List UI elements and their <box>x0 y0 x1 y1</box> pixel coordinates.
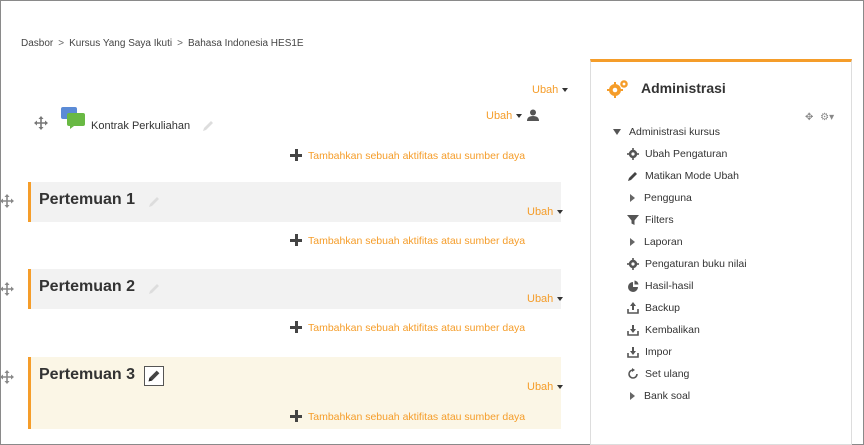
tree-item-set-ulang[interactable]: Set ulang <box>627 368 689 380</box>
add-activity-label: Tambahkan sebuah aktifitas atau sumber d… <box>308 150 526 162</box>
section-edit-menu[interactable]: Ubah <box>527 206 564 218</box>
caret-down-icon <box>557 297 564 302</box>
breadcrumb-separator: > <box>177 38 183 49</box>
caret-down-icon <box>557 385 564 390</box>
ubah-label: Ubah <box>527 293 554 305</box>
ubah-label: Ubah <box>527 381 554 393</box>
tree-item-bank-soal[interactable]: Bank soal <box>627 390 690 402</box>
expand-arrow-icon <box>630 194 635 202</box>
move-icon[interactable] <box>34 116 48 130</box>
tree-item-label: Hasil-hasil <box>645 280 694 292</box>
expand-arrow-icon <box>630 392 635 400</box>
expand-arrow-icon <box>630 238 635 246</box>
tree-root-label: Administrasi kursus <box>629 126 721 138</box>
activity-edit-menu[interactable]: Ubah <box>486 109 540 122</box>
section-edit-menu[interactable]: Ubah <box>532 84 569 96</box>
restore-icon <box>627 324 639 336</box>
activity-link[interactable]: Kontrak Perkuliahan <box>91 120 190 132</box>
plus-icon <box>290 321 302 333</box>
upload-icon <box>627 302 639 314</box>
add-activity-label: Tambahkan sebuah aktifitas atau sumber d… <box>308 235 526 247</box>
gear-icon <box>627 258 639 270</box>
admin-title: Administrasi <box>641 80 726 96</box>
tree-item-label: Ubah Pengaturan <box>645 148 728 160</box>
tree-item-hasil-hasil[interactable]: Hasil-hasil <box>627 280 693 292</box>
add-activity-label: Tambahkan sebuah aktifitas atau sumber d… <box>308 411 526 423</box>
ubah-label: Ubah <box>527 206 554 218</box>
tree-item-impor[interactable]: Impor <box>627 346 672 358</box>
edit-title-icon[interactable] <box>147 282 161 296</box>
collapse-arrow-icon <box>613 129 621 135</box>
edit-title-icon[interactable] <box>147 195 161 209</box>
add-activity-label: Tambahkan sebuah aktifitas atau sumber d… <box>308 322 526 334</box>
filter-icon <box>627 214 639 226</box>
section-title: Pertemuan 1 <box>39 191 136 208</box>
plus-icon <box>290 149 302 161</box>
section-edit-menu[interactable]: Ubah <box>527 293 564 305</box>
tree-item-backup[interactable]: Backup <box>627 302 680 314</box>
tree-item-label: Filters <box>645 214 674 226</box>
admin-block: Administrasi ✥ ⚙▾ Administrasi kursus Ub… <box>590 59 852 445</box>
tree-item-label: Kembalikan <box>645 324 700 336</box>
gear-icon[interactable]: ⚙▾ <box>820 112 834 123</box>
tree-item-kembalikan[interactable]: Kembalikan <box>627 324 700 336</box>
tree-item-label: Set ulang <box>645 368 690 380</box>
tree-item-label: Laporan <box>644 236 683 248</box>
gear-icon <box>627 148 639 160</box>
add-activity-link[interactable]: Tambahkan sebuah aktifitas atau sumber d… <box>290 149 525 162</box>
add-activity-link[interactable]: Tambahkan sebuah aktifitas atau sumber d… <box>290 410 525 423</box>
tree-item-pengaturan-buku-nilai[interactable]: Pengaturan buku nilai <box>627 258 747 270</box>
section-title: Pertemuan 2 <box>39 278 136 295</box>
pencil-icon <box>627 170 639 182</box>
results-icon <box>627 280 639 292</box>
section-title: Pertemuan 3 <box>39 366 136 383</box>
tree-item-label: Pengaturan buku nilai <box>645 258 747 270</box>
tree-item-label: Matikan Mode Ubah <box>645 170 739 182</box>
plus-icon <box>290 410 302 422</box>
caret-down-icon <box>557 210 564 215</box>
breadcrumb: Dasbor > Kursus Yang Saya Ikuti > Bahasa Ind… <box>21 38 304 49</box>
caret-down-icon <box>516 114 523 119</box>
section-edit-menu[interactable]: Ubah <box>527 381 564 393</box>
breadcrumb-separator: > <box>58 38 65 49</box>
user-icon <box>527 109 540 121</box>
tree-item-label: Impor <box>645 346 672 358</box>
breadcrumb-kursus[interactable]: Kursus Yang Saya Ikuti <box>69 38 172 49</box>
add-activity-link[interactable]: Tambahkan sebuah aktifitas atau sumber d… <box>290 321 525 334</box>
reset-icon <box>627 368 639 380</box>
tree-item-filters[interactable]: Filters <box>627 214 674 226</box>
block-controls[interactable]: ✥ ⚙▾ <box>805 112 834 123</box>
breadcrumb-dasbor[interactable]: Dasbor <box>21 38 53 49</box>
edit-title-icon[interactable] <box>201 119 215 133</box>
breadcrumb-course[interactable]: Bahasa Indonesia HES1E <box>188 38 304 49</box>
tree-root-administrasi-kursus[interactable]: Administrasi kursus <box>613 126 720 138</box>
section-pertemuan-1: Pertemuan 1 <box>28 182 561 222</box>
tree-item-matikan-mode-ubah[interactable]: Matikan Mode Ubah <box>627 170 739 182</box>
ubah-label: Ubah <box>486 110 513 122</box>
caret-down-icon <box>562 88 569 93</box>
chat-bubbles-icon <box>61 107 85 129</box>
tree-item-label: Bank soal <box>644 390 691 402</box>
move-icon[interactable] <box>0 282 14 296</box>
plus-icon <box>290 234 302 246</box>
section-pertemuan-2: Pertemuan 2 <box>28 269 561 309</box>
tree-item-laporan[interactable]: Laporan <box>627 236 683 248</box>
tree-item-pengguna[interactable]: Pengguna <box>627 192 692 204</box>
add-activity-link[interactable]: Tambahkan sebuah aktifitas atau sumber d… <box>290 234 525 247</box>
move-icon[interactable] <box>0 370 14 384</box>
move-icon[interactable]: ✥ <box>805 112 813 123</box>
tree-item-label: Pengguna <box>644 192 692 204</box>
edit-title-button[interactable] <box>144 366 164 386</box>
move-icon[interactable] <box>0 194 14 208</box>
ubah-label: Ubah <box>532 84 559 96</box>
tree-item-ubah-pengaturan[interactable]: Ubah Pengaturan <box>627 148 727 160</box>
gears-icon <box>607 79 629 99</box>
tree-item-label: Backup <box>645 302 681 314</box>
import-icon <box>627 346 639 358</box>
